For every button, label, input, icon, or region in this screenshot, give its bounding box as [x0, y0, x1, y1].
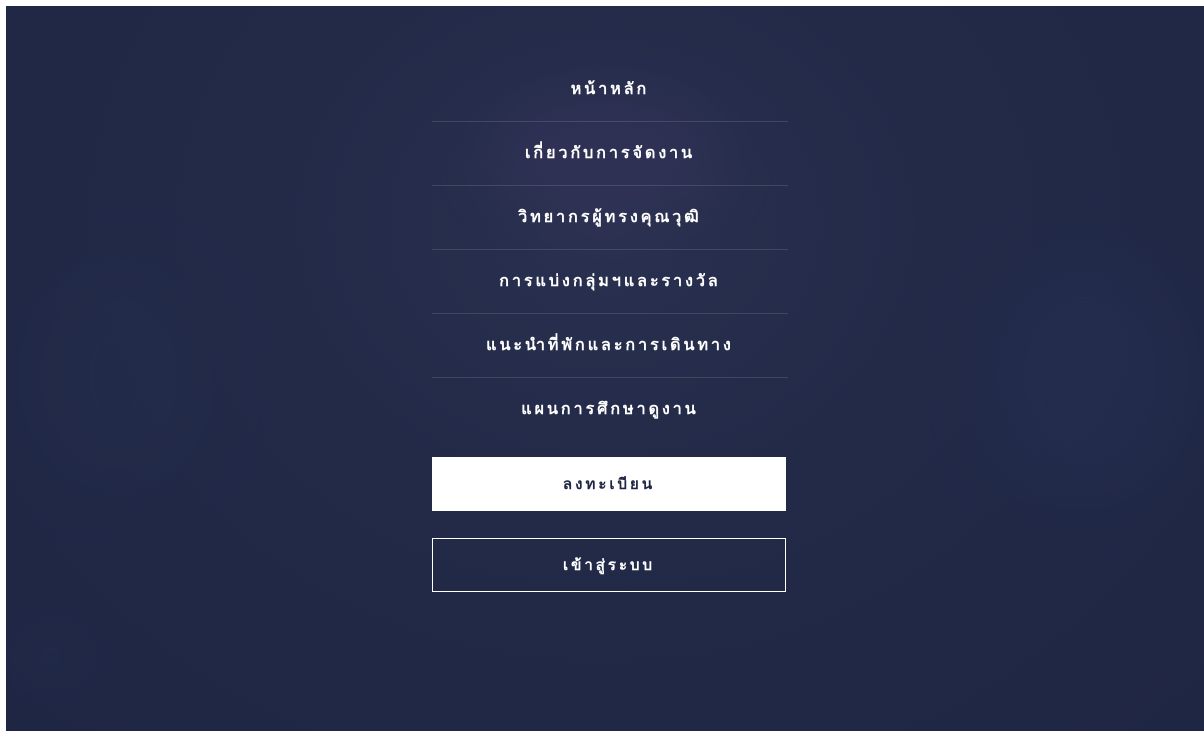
nav-item-label: แนะนำที่พักและการเดินทาง	[486, 335, 734, 354]
register-button[interactable]: ลงทะเบียน	[432, 457, 786, 511]
nav-item-label: เกี่ยวกับการจัดงาน	[524, 143, 696, 162]
nav-item-groups-awards[interactable]: การแบ่งกลุ่มฯและรางวัล	[432, 250, 788, 314]
mobile-menu-overlay: หน้าหลัก เกี่ยวกับการจัดงาน วิทยากรผู้ทร…	[6, 6, 1204, 731]
nav-item-label: วิทยากรผู้ทรงคุณวุฒิ	[518, 207, 702, 226]
nav-item-about[interactable]: เกี่ยวกับการจัดงาน	[432, 122, 788, 186]
nav-item-home[interactable]: หน้าหลัก	[432, 58, 788, 122]
main-navigation: หน้าหลัก เกี่ยวกับการจัดงาน วิทยากรผู้ทร…	[432, 58, 788, 441]
register-button-label: ลงทะเบียน	[562, 475, 656, 493]
nav-item-speakers[interactable]: วิทยากรผู้ทรงคุณวุฒิ	[432, 186, 788, 250]
login-button[interactable]: เข้าสู่ระบบ	[432, 538, 786, 592]
background-decoration	[26, 266, 206, 486]
background-decoration	[6, 636, 96, 676]
nav-item-label: การแบ่งกลุ่มฯและรางวัล	[499, 271, 721, 290]
background-decoration	[986, 256, 1186, 496]
login-button-label: เข้าสู่ระบบ	[562, 556, 656, 574]
nav-item-study-tour[interactable]: แผนการศึกษาดูงาน	[432, 378, 788, 441]
nav-item-accommodation-travel[interactable]: แนะนำที่พักและการเดินทาง	[432, 314, 788, 378]
nav-item-label: หน้าหลัก	[570, 79, 650, 98]
nav-item-label: แผนการศึกษาดูงาน	[521, 399, 699, 418]
